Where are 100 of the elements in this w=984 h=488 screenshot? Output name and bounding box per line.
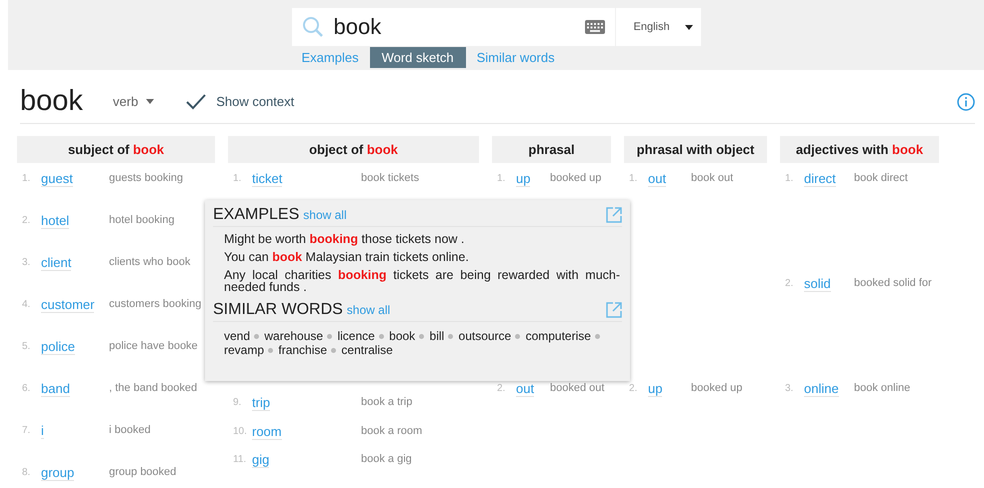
context-text: booked up bbox=[691, 382, 742, 394]
part-of-speech-dropdown[interactable]: verb bbox=[112, 94, 154, 109]
column-header: phrasal with object bbox=[624, 136, 767, 163]
rank-number: 2. bbox=[21, 214, 32, 226]
context-text: , the band booked bbox=[109, 382, 198, 394]
rank-number: 3. bbox=[784, 382, 794, 394]
rank-number: 1. bbox=[232, 172, 242, 184]
rank-number: 1. bbox=[628, 172, 638, 184]
context-text: book out bbox=[691, 172, 734, 184]
rank-number: 8. bbox=[21, 466, 32, 478]
context-text: booked solid for bbox=[854, 277, 932, 289]
collocate-link[interactable]: room bbox=[252, 424, 282, 440]
rank-number: 1. bbox=[784, 172, 794, 184]
search-field[interactable]: book bbox=[292, 8, 614, 46]
search-icon bbox=[302, 16, 324, 38]
similar-word[interactable]: bill bbox=[430, 329, 444, 343]
context-text: book a gig bbox=[361, 453, 412, 465]
dot-icon bbox=[378, 334, 384, 340]
headword-title: book bbox=[20, 85, 83, 118]
context-text: book direct bbox=[854, 172, 908, 184]
similar-word[interactable]: book bbox=[389, 329, 416, 343]
collocate-link[interactable]: i bbox=[41, 422, 44, 438]
column-header: subject of book bbox=[17, 136, 215, 163]
collocate-link[interactable]: gig bbox=[252, 452, 270, 468]
context-text: booked up bbox=[550, 172, 602, 184]
collocate-link[interactable]: direct bbox=[804, 170, 836, 186]
dot-icon bbox=[268, 348, 274, 354]
context-text: police have booke bbox=[109, 340, 198, 352]
collocate-link[interactable]: up bbox=[648, 380, 662, 396]
rank-number: 1. bbox=[21, 172, 32, 184]
column-header: object of book bbox=[228, 136, 479, 163]
similar-word[interactable]: revamp bbox=[224, 343, 264, 357]
collocate-link[interactable]: group bbox=[41, 464, 74, 480]
rank-number: 2. bbox=[628, 382, 638, 394]
context-text: guests booking bbox=[109, 172, 183, 184]
dot-icon bbox=[515, 334, 520, 340]
tab[interactable]: Word sketch bbox=[370, 47, 466, 68]
example-sentence: Any local charities booking tickets are being rewarded with much-needed funds . bbox=[224, 269, 620, 293]
collocate-link[interactable]: customer bbox=[41, 296, 94, 312]
column-header: adjectives with book bbox=[780, 136, 939, 163]
dot-icon bbox=[448, 334, 454, 340]
language-dropdown[interactable]: English bbox=[616, 8, 700, 46]
rank-number: 10. bbox=[232, 426, 248, 436]
similar-word[interactable]: computerise bbox=[526, 329, 591, 343]
caret-icon bbox=[684, 24, 692, 30]
dot-icon bbox=[327, 334, 332, 340]
dot-icon bbox=[331, 348, 336, 354]
similar-word[interactable]: franchise bbox=[278, 343, 328, 357]
context-text: group booked bbox=[109, 466, 176, 478]
dot-icon bbox=[594, 334, 600, 340]
similar-word[interactable]: centralise bbox=[341, 343, 393, 357]
collocate-link[interactable]: hotel bbox=[41, 212, 70, 228]
similar-word[interactable]: licence bbox=[337, 329, 375, 343]
external-link-icon[interactable] bbox=[606, 207, 622, 223]
caret-icon bbox=[146, 99, 154, 104]
rank-number: 1. bbox=[496, 172, 506, 184]
collocate-link[interactable]: band bbox=[41, 380, 70, 396]
column-header: phrasal bbox=[492, 136, 611, 163]
rank-number: 2. bbox=[496, 382, 506, 394]
collocate-link[interactable]: up bbox=[516, 170, 530, 186]
similar-word[interactable]: vend bbox=[224, 329, 250, 343]
dot-icon bbox=[419, 334, 424, 340]
context-text: book tickets bbox=[361, 172, 420, 184]
rank-number: 6. bbox=[21, 382, 32, 394]
search-input[interactable]: book bbox=[334, 14, 574, 40]
context-text: book a room bbox=[361, 425, 422, 437]
show-context-toggle[interactable]: Show context bbox=[186, 94, 294, 110]
context-text: hotel booking bbox=[109, 214, 174, 226]
rank-number: 9. bbox=[232, 396, 242, 408]
show-all-link[interactable]: show all bbox=[303, 208, 347, 222]
rank-number: 4. bbox=[21, 298, 32, 310]
external-link-icon[interactable] bbox=[606, 302, 622, 318]
info-icon[interactable] bbox=[957, 92, 975, 110]
collocate-link[interactable]: ticket bbox=[252, 170, 282, 186]
example-sentence: Might be worth booking those tickets now . bbox=[224, 233, 466, 245]
tab[interactable]: Examples bbox=[302, 47, 359, 68]
tab[interactable]: Similar words bbox=[476, 47, 555, 68]
context-text: clients who book bbox=[109, 256, 190, 268]
keyboard-icon[interactable] bbox=[584, 20, 604, 34]
collocate-link[interactable]: online bbox=[804, 380, 839, 396]
collocate-link[interactable]: police bbox=[41, 338, 75, 354]
rank-number: 3. bbox=[21, 256, 32, 268]
rank-number: 7. bbox=[21, 424, 32, 436]
rank-number: 5. bbox=[21, 340, 32, 352]
collocate-link[interactable]: guest bbox=[41, 170, 73, 186]
context-text: i booked bbox=[109, 424, 151, 436]
similar-word[interactable]: outsource bbox=[458, 329, 512, 343]
context-text: book online bbox=[854, 382, 910, 394]
example-sentence: You can book Malaysian train tickets online. bbox=[224, 251, 470, 263]
similar-word[interactable]: warehouse bbox=[264, 329, 324, 343]
dot-icon bbox=[254, 334, 260, 340]
collocate-link[interactable]: client bbox=[41, 254, 72, 270]
collocate-link[interactable]: trip bbox=[252, 394, 270, 410]
collocate-link[interactable]: solid bbox=[804, 276, 831, 292]
context-text: booked out bbox=[550, 382, 604, 394]
section-title: SIMILAR WORDS bbox=[213, 301, 343, 319]
context-text: customers booking bbox=[109, 298, 202, 310]
show-all-link[interactable]: show all bbox=[346, 303, 390, 317]
collocate-link[interactable]: out bbox=[648, 170, 666, 186]
rank-number: 2. bbox=[784, 278, 794, 288]
